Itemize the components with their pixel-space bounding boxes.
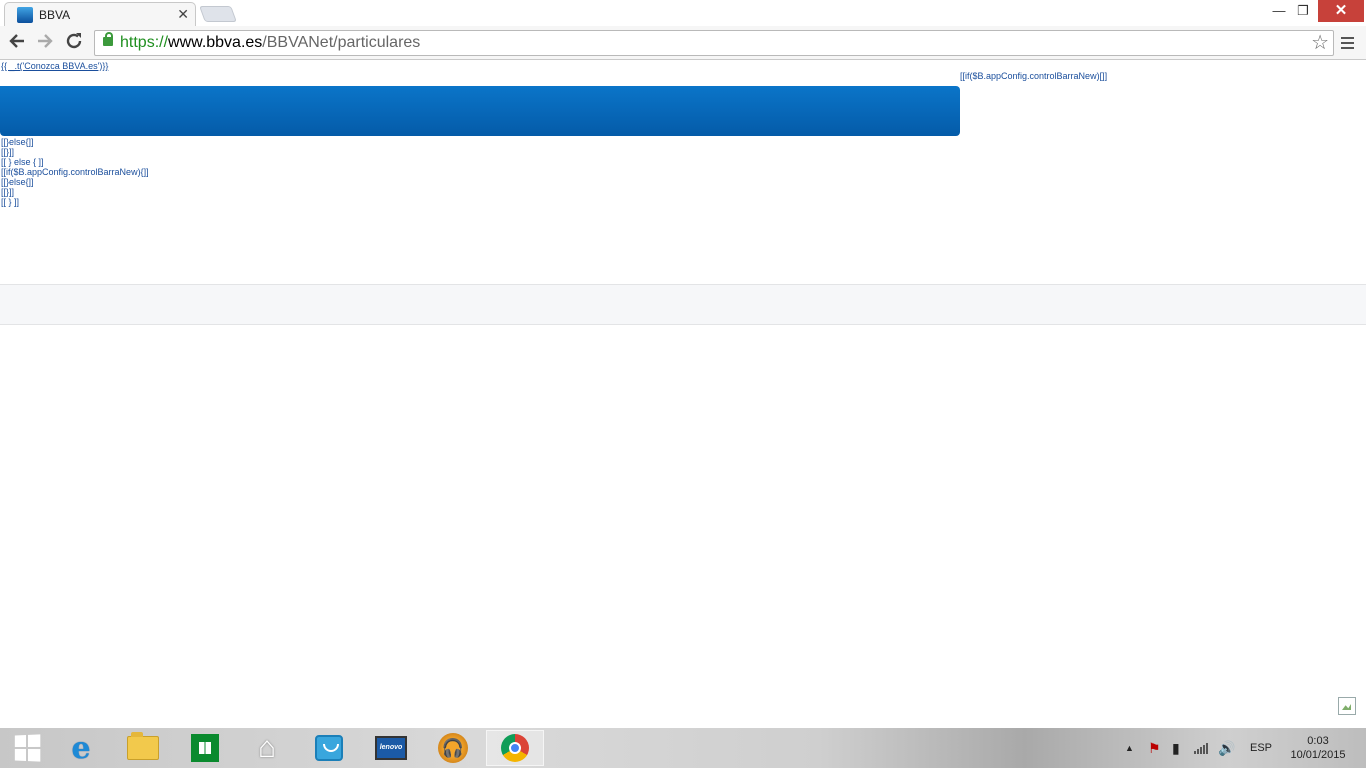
template-line: [[}]] — [1, 187, 15, 197]
battery-icon[interactable]: ▮ — [1172, 728, 1180, 768]
volume-icon[interactable]: 🔊 — [1218, 728, 1235, 768]
shopping-app-button[interactable] — [302, 730, 356, 766]
template-text-block: [[}else{]] [[}]] [[ } else { ]] [[if($B.… — [1, 137, 149, 207]
blue-header-bar — [0, 86, 960, 136]
tab-strip: BBVA ✕ — ❐ ✕ — [0, 0, 1366, 26]
home-icon: ⌂ — [257, 731, 277, 764]
action-center-flag-icon[interactable]: ⚑ — [1148, 728, 1161, 768]
shopping-bag-icon — [315, 735, 343, 761]
reload-icon[interactable] — [62, 31, 86, 55]
windows-store-button[interactable] — [178, 730, 232, 766]
tab-bbva[interactable]: BBVA ✕ — [4, 2, 196, 26]
url-text: https://www.bbva.es/BBVANet/particulares — [120, 34, 420, 52]
template-line: [[if($B.appConfig.controlBarraNew){]] — [1, 167, 149, 177]
internet-explorer-button[interactable]: e — [54, 730, 108, 766]
folder-icon — [127, 732, 159, 760]
chrome-icon — [501, 734, 529, 762]
url-scheme: https:// — [120, 34, 169, 51]
broken-image-icon — [1338, 697, 1356, 715]
template-line: [[}else{]] — [1, 137, 34, 147]
template-text-right: [[if($B.appConfig.controlBarraNew)[]] — [960, 71, 1108, 81]
browser-toolbar: https://www.bbva.es/BBVANet/particulares… — [0, 26, 1366, 60]
clock[interactable]: 0:03 10/01/2015 — [1286, 728, 1350, 768]
lenovo-app-button[interactable]: lenovo — [364, 730, 418, 766]
new-tab-button[interactable] — [199, 6, 237, 22]
store-icon — [191, 734, 219, 762]
forward-arrow-icon[interactable] — [33, 31, 57, 55]
template-line: [[}]] — [1, 147, 15, 157]
file-explorer-button[interactable] — [116, 730, 170, 766]
chrome-button[interactable] — [486, 730, 544, 766]
clock-date: 10/01/2015 — [1290, 749, 1346, 761]
tab-close-icon[interactable]: ✕ — [177, 6, 189, 22]
minimize-button[interactable]: — — [1268, 0, 1290, 22]
clock-time: 0:03 — [1307, 735, 1329, 747]
url-host: www.bbva.es — [168, 34, 263, 51]
back-arrow-icon[interactable] — [5, 31, 29, 55]
language-indicator[interactable]: ESP — [1250, 728, 1272, 768]
lock-icon — [103, 32, 113, 46]
template-line: [[ } else { ]] — [1, 157, 44, 167]
bbva-favicon-icon — [17, 7, 33, 23]
show-hidden-icons-icon[interactable]: ▲ — [1125, 728, 1134, 768]
gray-band — [0, 284, 1366, 325]
url-path: /BBVANet/particulares — [262, 34, 421, 51]
address-bar[interactable]: https://www.bbva.es/BBVANet/particulares… — [94, 30, 1334, 56]
home-button[interactable]: ⌂ — [240, 730, 294, 766]
restore-button[interactable]: ❐ — [1292, 0, 1314, 22]
template-line: [[ } ]] — [1, 197, 20, 207]
close-window-button[interactable]: ✕ — [1318, 0, 1364, 22]
menu-icon[interactable] — [1340, 34, 1356, 52]
tab-title: BBVA — [39, 8, 71, 22]
music-app-button[interactable]: 🎧 — [426, 730, 480, 766]
network-signal-icon[interactable] — [1194, 728, 1210, 768]
template-line: [[}else{]] — [1, 177, 34, 187]
headphones-icon: 🎧 — [438, 733, 468, 763]
bookmark-star-icon[interactable]: ☆ — [1311, 32, 1329, 54]
windows-logo-icon — [14, 734, 41, 762]
monitor-icon: lenovo — [375, 736, 407, 760]
conozca-bbva-link[interactable]: {{ _.t('Conozca BBVA.es')}} — [1, 61, 108, 71]
page-content: {{ _.t('Conozca BBVA.es')}} [[if($B.appC… — [0, 61, 1366, 728]
windows-taskbar: e ⌂ lenovo 🎧 ▲ ⚑ ▮ 🔊 ESP 0:03 10/01/2015 — [0, 728, 1366, 768]
start-button[interactable] — [0, 730, 54, 766]
internet-explorer-icon: e — [71, 730, 91, 766]
